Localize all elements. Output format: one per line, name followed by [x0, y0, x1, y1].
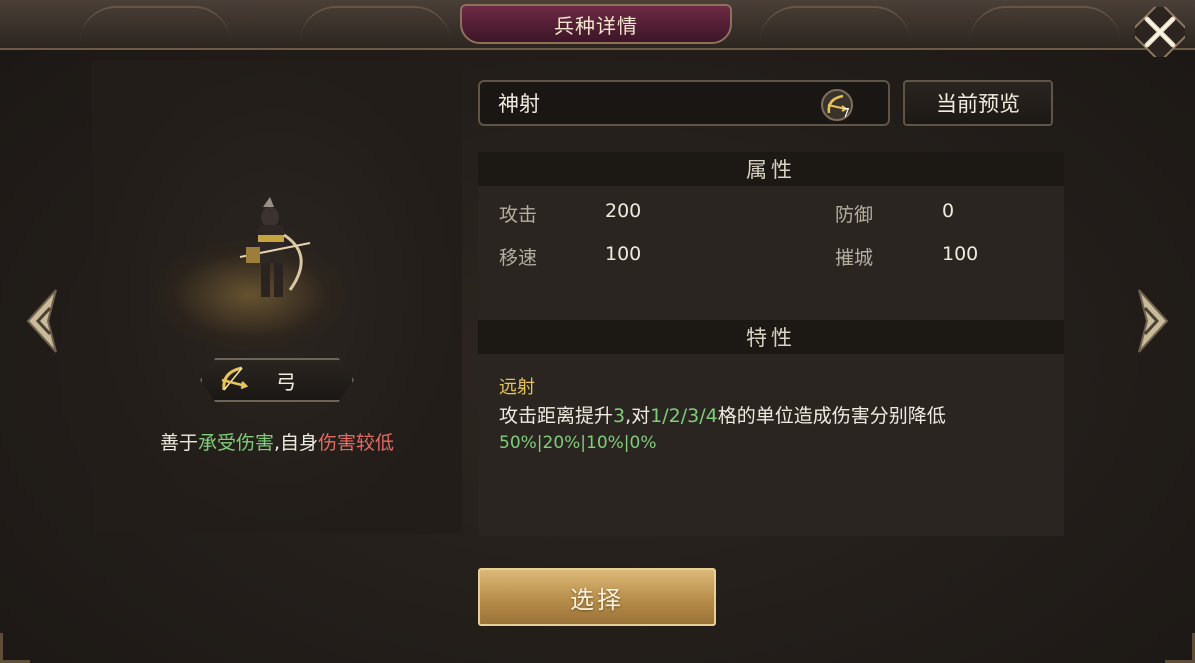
unit-type-label: 弓: [276, 369, 296, 394]
siege-value: 100: [942, 243, 979, 265]
attribute-row: 移速 100 摧城 100: [478, 243, 1064, 273]
top-ornament-right: [970, 6, 1120, 42]
previous-unit-button[interactable]: [22, 286, 62, 356]
corner-ornament: [1165, 633, 1195, 663]
unit-details-panel: 属性 攻击 200 防御 0 移速 100 摧城 100 特性 远射 攻击距离提…: [478, 152, 1064, 536]
unit-desc-text-2: ,自身: [273, 432, 319, 454]
speed-value: 100: [605, 243, 642, 265]
current-preview-button[interactable]: 当前预览: [903, 80, 1053, 126]
trait-desc-text: 攻击距离提升: [499, 405, 614, 427]
unit-name-field: 神射 7: [478, 80, 890, 126]
next-unit-button[interactable]: [1133, 286, 1173, 356]
attribute-row: 攻击 200 防御 0: [478, 200, 1064, 230]
archer-unit-icon: [239, 197, 311, 297]
trait-range-bonus: 3: [613, 405, 626, 427]
siege-label: 摧城: [835, 247, 874, 269]
close-button[interactable]: [1132, 4, 1188, 60]
chevron-right-icon: [1138, 289, 1169, 353]
trait-damage-reduction: 50%|20%|10%|0%: [499, 433, 657, 453]
attack-value: 200: [605, 200, 642, 222]
speed-label: 移速: [499, 247, 538, 269]
defense-label: 防御: [835, 204, 874, 226]
attack-label: 攻击: [499, 204, 538, 226]
attributes-heading: 属性: [478, 152, 1064, 186]
defense-value: 0: [942, 200, 955, 222]
trait-description: 攻击距离提升3,对1/2/3/4格的单位造成伤害分别降低: [499, 401, 1059, 431]
trait-desc-text-2: ,对: [625, 405, 651, 427]
top-ornament-left: [80, 6, 230, 42]
unit-description: 善于承受伤害,自身伤害较低: [92, 428, 462, 455]
unit-level-number: 7: [842, 106, 850, 120]
traits-heading: 特性: [478, 320, 1064, 354]
unit-name: 神射: [498, 92, 540, 116]
unit-desc-weakness: 伤害较低: [318, 432, 395, 454]
trait-grid-values: 1/2/3/4: [650, 405, 718, 427]
unit-desc-text: 善于: [159, 432, 198, 454]
corner-ornament: [0, 633, 30, 663]
dialog-frame: 兵种详情 弓 善于承受伤害,自身伤害较低 神射 7 当前预览 属性 攻击 200…: [0, 0, 1195, 663]
bow-icon: [221, 366, 249, 391]
top-ornament-left-inner: [300, 6, 450, 42]
chevron-left-icon: [26, 289, 57, 353]
dialog-title: 兵种详情: [460, 4, 732, 44]
trait-name: 远射: [499, 377, 535, 398]
trait-desc-text-3: 格的单位造成伤害分别降低: [717, 405, 946, 427]
unit-type-badge: 弓: [200, 358, 354, 402]
unit-desc-strength: 承受伤害: [197, 432, 274, 454]
top-ornament-right-inner: [760, 6, 910, 42]
close-icon: [1135, 7, 1185, 57]
select-button[interactable]: 选择: [478, 568, 716, 626]
